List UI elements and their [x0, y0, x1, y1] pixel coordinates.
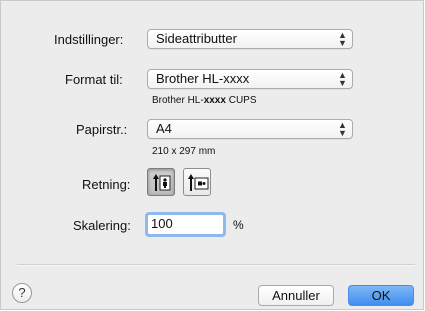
format-popup-value: Brother HL-xxxx: [156, 71, 250, 86]
popup-arrows-icon: ▲ ▼: [338, 70, 347, 88]
settings-label: Indstillinger:: [54, 32, 124, 47]
portrait-orientation-icon: [153, 174, 171, 191]
format-label: Format til:: [65, 72, 123, 87]
popup-arrows-icon: ▲ ▼: [338, 30, 347, 48]
printer-description: Brother HL-xxxx CUPS: [152, 95, 257, 106]
landscape-orientation-button[interactable]: [183, 168, 211, 196]
orientation-label: Retning:: [82, 177, 131, 192]
scale-unit: %: [233, 218, 244, 232]
settings-popup-value: Sideattributter: [156, 31, 237, 46]
help-button[interactable]: ?: [12, 283, 32, 303]
paper-dimensions: 210 x 297 mm: [152, 146, 216, 157]
scale-input[interactable]: 100: [145, 212, 226, 237]
paper-size-popup[interactable]: A4 ▲ ▼: [147, 119, 353, 139]
ok-button[interactable]: OK: [348, 285, 414, 306]
portrait-orientation-button[interactable]: [147, 168, 175, 196]
cancel-button[interactable]: Annuller: [258, 285, 334, 306]
separator: [17, 264, 415, 266]
paper-size-label: Papirstr.:: [76, 122, 128, 137]
settings-popup[interactable]: Sideattributter ▲ ▼: [147, 29, 353, 49]
format-popup[interactable]: Brother HL-xxxx ▲ ▼: [147, 69, 353, 89]
landscape-orientation-icon: [188, 174, 209, 191]
popup-arrows-icon: ▲ ▼: [338, 120, 347, 138]
page-setup-dialog: Indstillinger: Sideattributter ▲ ▼ Format…: [0, 0, 424, 310]
help-icon: ?: [18, 285, 26, 300]
paper-size-popup-value: A4: [156, 121, 172, 136]
scale-label: Skalering:: [73, 218, 131, 233]
